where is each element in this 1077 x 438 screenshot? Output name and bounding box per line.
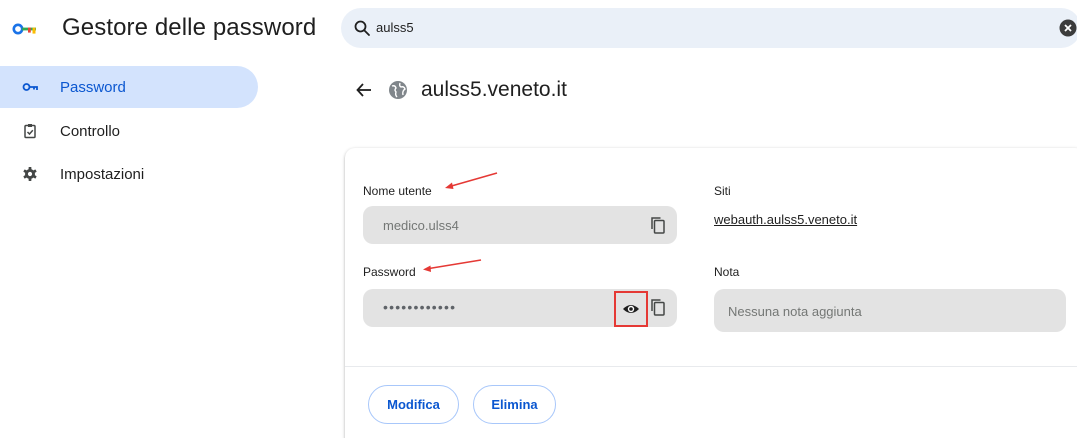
back-arrow-icon[interactable] (355, 81, 373, 99)
search-bar[interactable]: aulss5 (341, 8, 1077, 48)
sidebar-item-impostazioni[interactable]: Impostazioni (0, 153, 258, 195)
clear-search-icon[interactable] (1059, 19, 1077, 37)
clipboard-check-icon (24, 124, 36, 139)
site-title: aulss5.veneto.it (421, 78, 567, 101)
sidebar-item-label: Impostazioni (60, 166, 145, 183)
sidebar-item-password[interactable]: Password (0, 66, 258, 108)
delete-button[interactable]: Elimina (473, 385, 556, 424)
search-icon (354, 20, 370, 36)
username-label: Nome utente (363, 184, 432, 198)
username-value: medico.ulss4 (383, 218, 459, 233)
app-title: Gestore delle password (62, 14, 317, 41)
key-icon (22, 83, 38, 91)
search-input[interactable]: aulss5 (376, 20, 414, 35)
password-manager-window: Gestore delle password aulss5 Password C… (0, 0, 1077, 438)
edit-button[interactable]: Modifica (368, 385, 459, 424)
gear-icon (23, 167, 37, 181)
copy-password-icon[interactable] (651, 299, 665, 316)
annotation-arrow (445, 172, 498, 189)
site-link[interactable]: webauth.aulss5.veneto.it (714, 212, 857, 227)
copy-username-icon[interactable] (651, 217, 665, 234)
key-icon (12, 23, 36, 35)
username-field: medico.ulss4 (363, 206, 677, 244)
annotation-highlight-box (614, 291, 648, 327)
globe-icon (389, 81, 407, 99)
note-placeholder: Nessuna nota aggiunta (728, 304, 862, 319)
password-label: Password (363, 265, 416, 279)
sidebar-item-label: Password (60, 79, 126, 96)
sidebar-item-controllo[interactable]: Controllo (0, 110, 258, 152)
note-label: Nota (714, 265, 740, 279)
sites-label: Siti (714, 184, 731, 198)
annotation-arrow (423, 259, 482, 272)
sidebar-item-label: Controllo (60, 123, 121, 140)
card-divider (345, 366, 1077, 367)
password-value: •••••••••••• (383, 299, 457, 315)
note-field[interactable]: Nessuna nota aggiunta (714, 289, 1066, 332)
